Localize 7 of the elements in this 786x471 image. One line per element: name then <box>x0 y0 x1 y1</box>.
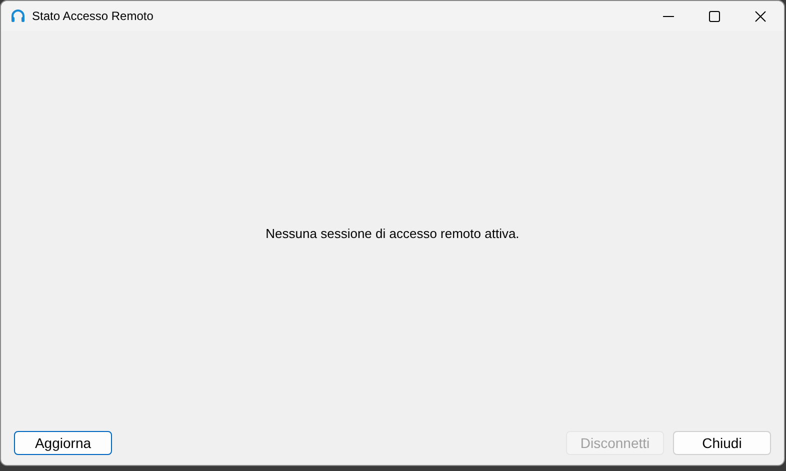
status-message: Nessuna sessione di accesso remoto attiva. <box>266 225 520 244</box>
maximize-icon[interactable] <box>709 10 720 22</box>
button[interactable]: Chiudi <box>673 431 771 455</box>
headset-icon <box>10 8 26 24</box>
window-title: Stato Accesso Remoto <box>32 8 154 25</box>
close-icon[interactable] <box>755 10 766 22</box>
button[interactable]: Aggiorna <box>14 431 112 455</box>
